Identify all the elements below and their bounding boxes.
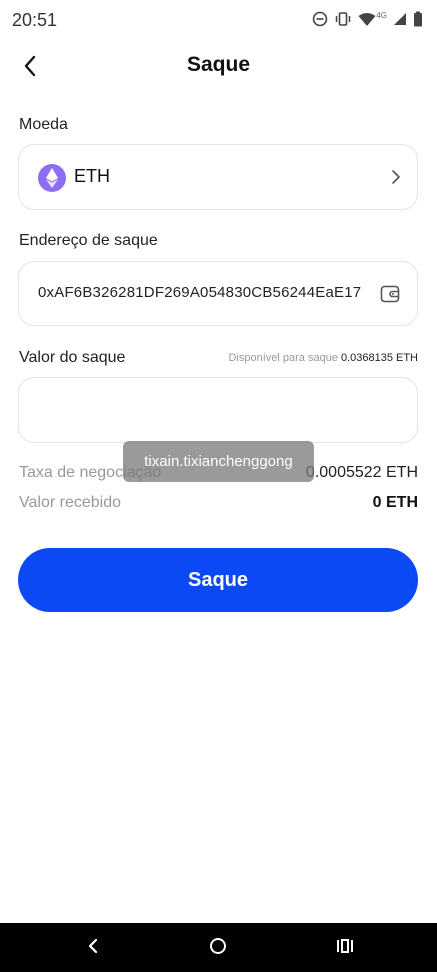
battery-icon [413, 11, 423, 27]
system-nav-bar [0, 923, 437, 972]
address-label: Endereço de saque [19, 232, 158, 249]
available-value: 0.0368135 ETH [340, 352, 418, 364]
page-title: Saque [186, 53, 251, 76]
status-icons: 4G [312, 11, 423, 27]
available-balance: Disponível para saque 0.0368135 ETH [228, 352, 418, 364]
received-value: 0 ETH [372, 494, 418, 511]
amount-input[interactable] [18, 377, 418, 443]
status-time: 20:51 [12, 10, 58, 30]
address-field[interactable]: 0xAF6B326281DF269A054830CB56244EaE17 [18, 261, 418, 326]
status-bar: 20:51 4G [0, 0, 437, 40]
home-circle-icon [209, 937, 227, 960]
amount-label: Valor do saque [19, 349, 126, 366]
currency-value: ETH [74, 166, 110, 186]
nav-home-button[interactable] [204, 935, 232, 961]
fee-value: 0.0005522 ETH [305, 464, 418, 481]
ethereum-icon [38, 164, 66, 192]
network-type-label: 4G [376, 10, 387, 20]
recents-icon [336, 938, 354, 959]
vibrate-icon [334, 11, 352, 27]
address-input[interactable]: 0xAF6B326281DF269A054830CB56244EaE17 [38, 284, 362, 301]
wallet-icon[interactable] [380, 284, 400, 309]
wifi-icon [358, 12, 376, 27]
submit-withdraw-button[interactable]: Saque [18, 548, 418, 612]
do-not-disturb-icon [312, 11, 328, 27]
toast-message: tixain.tixianchenggong [123, 441, 314, 482]
currency-select[interactable]: ETH [18, 144, 418, 210]
currency-label: Moeda [19, 116, 68, 133]
chevron-right-icon [391, 169, 401, 190]
nav-back-button[interactable] [79, 935, 107, 961]
nav-recents-button[interactable] [331, 935, 359, 961]
header: Saque [0, 40, 437, 92]
signal-icon [393, 12, 407, 26]
back-triangle-icon [87, 938, 99, 959]
received-label: Valor recebido [19, 494, 121, 511]
available-label: Disponível para saque [228, 352, 338, 364]
